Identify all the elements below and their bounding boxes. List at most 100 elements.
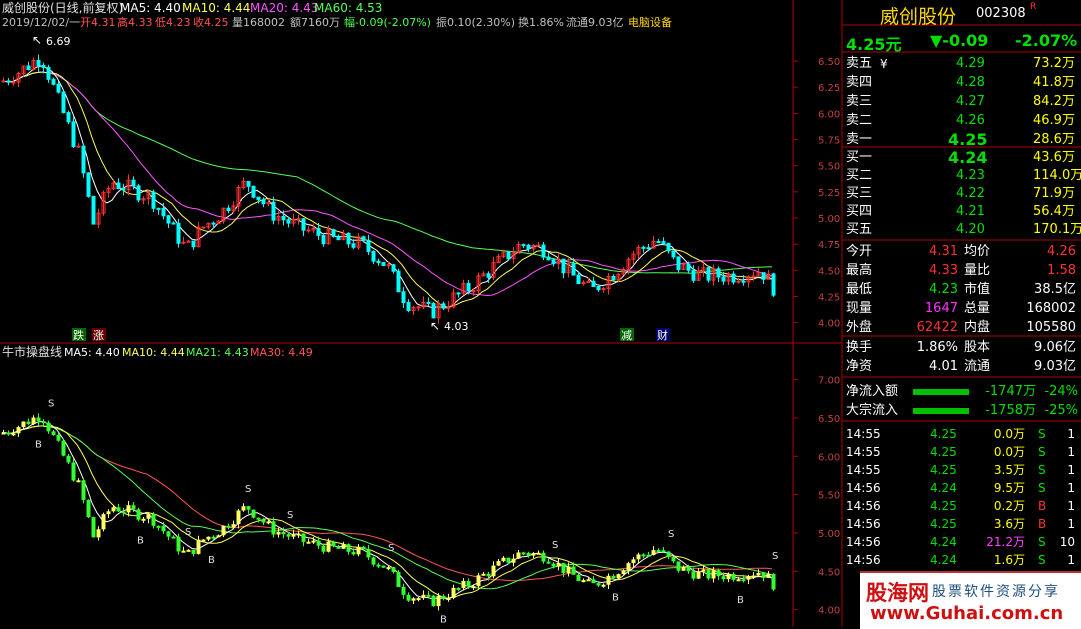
indicator-bar <box>561 563 566 574</box>
fin-label: 流通 <box>964 359 991 374</box>
marker-finance[interactable]: 财 <box>657 328 668 342</box>
indicator-bar <box>156 525 161 528</box>
indicator-bar <box>31 417 36 425</box>
candle-body <box>316 227 321 236</box>
indicator-bar <box>726 574 731 580</box>
indicator-axis-label: 5.50 <box>818 491 840 502</box>
candle-body <box>591 280 596 288</box>
candle-body <box>331 229 336 237</box>
stat-label: 最高 <box>846 263 873 278</box>
indicator-bar <box>26 421 31 425</box>
kline-info-bar: 2019/12/02/一 开4.31 高4.33 低4.23 收4.25 量16… <box>2 15 672 29</box>
stat-label: 今开 <box>846 244 873 259</box>
tick-count: 1 <box>1067 463 1075 477</box>
tick-count: 1 <box>1067 481 1075 495</box>
tick-side: S <box>1038 427 1046 441</box>
indicator-bar <box>451 587 456 598</box>
low-arrow-icon: ↖ <box>430 319 440 333</box>
indicator-bar <box>526 552 531 556</box>
candle-body <box>251 185 256 198</box>
indicator-bar <box>386 567 391 570</box>
indicator-bar <box>61 440 66 456</box>
indicator-axis-label: 4.00 <box>818 606 840 617</box>
candle-body <box>271 201 276 221</box>
tick-time: 14:55 <box>846 445 881 459</box>
info-close: 收4.25 <box>193 15 229 29</box>
candle-body <box>551 259 556 265</box>
candle-body <box>151 191 156 209</box>
info-turnover: 换1.86% <box>518 15 564 29</box>
indicator-bar <box>511 558 516 563</box>
candle-body <box>751 275 756 278</box>
info-open: 开4.31 <box>80 16 116 29</box>
flow-value: -1747万 <box>985 384 1036 399</box>
candle-body <box>441 303 446 309</box>
ind-ma21-label: MA21: 4.43 <box>186 346 249 359</box>
candle-body <box>526 244 531 250</box>
tick-volume: 1.6万 <box>993 553 1025 567</box>
indicator-bar <box>741 579 746 582</box>
candle-body <box>731 273 736 283</box>
buy-signal: B <box>440 614 447 625</box>
tick-volume: 0.0万 <box>993 427 1025 441</box>
ind-ma30-label: MA30: 4.49 <box>250 346 313 359</box>
candle-body <box>386 264 391 267</box>
candle-body <box>371 250 376 262</box>
marker-down[interactable]: 跌 <box>73 328 84 342</box>
flow-label: 净流入额 <box>846 384 899 399</box>
indicator-bar <box>191 549 196 554</box>
indicator-bar <box>291 534 296 537</box>
indicator-axis-label: 5.00 <box>818 529 840 540</box>
candle-body <box>646 247 651 250</box>
ask-volume: 46.9万 <box>1033 113 1075 128</box>
candle-body <box>546 256 551 261</box>
indicator-bar <box>86 499 91 518</box>
indicator-bar <box>421 594 426 599</box>
high-price-label: 6.69 <box>46 35 71 48</box>
indicator-bar <box>51 431 56 435</box>
ask-volume: 73.2万 <box>1033 56 1075 71</box>
indicator-ma-legend: MA5: 4.40 MA10: 4.44 MA21: 4.43 MA30: 4.… <box>64 346 313 359</box>
marker-reduce[interactable]: 减 <box>621 329 632 342</box>
flow-pct: -25% <box>1044 403 1078 418</box>
candle-body <box>176 222 181 244</box>
candle-body <box>456 292 461 295</box>
price-change: ▼-0.09 <box>930 31 989 50</box>
candle-body <box>336 235 341 241</box>
bid-level-label: 买二 <box>846 168 873 183</box>
low-annotation: ↖ 4.03 <box>430 319 469 333</box>
indicator-bar <box>116 507 121 512</box>
candle-body <box>131 179 136 187</box>
indicator-bar <box>576 574 581 581</box>
stat-value: 1647 <box>924 301 958 316</box>
indicator-bar <box>206 536 211 540</box>
indicator-bar <box>466 580 471 587</box>
indicator-bar <box>566 566 571 574</box>
ask-volume: 28.6万 <box>1033 132 1075 147</box>
indicator-bar <box>271 521 276 535</box>
indicator-bar <box>536 552 541 555</box>
indicator-bar <box>166 531 171 537</box>
kline-ma-legend: MA5: 4.40 MA10: 4.44 MA20: 4.43 MA60: 4.… <box>120 1 382 15</box>
info-float: 流通9.03亿 <box>566 15 624 29</box>
tick-count: 1 <box>1067 427 1075 441</box>
bid-price: 4.21 <box>956 204 985 219</box>
watermark: 股海网 股票软件资源分享 www.Guhai.com.cn <box>860 571 1081 629</box>
candle-body <box>736 280 741 283</box>
kline-ma5-label: MA5: 4.40 <box>120 1 181 15</box>
candle-body <box>771 273 776 296</box>
tick-volume: 3.5万 <box>993 463 1025 477</box>
indicator-bar <box>136 509 141 520</box>
marker-up[interactable]: 涨 <box>93 329 104 342</box>
candle-body <box>56 83 61 93</box>
candle-body <box>486 273 491 278</box>
indicator-bar <box>621 570 626 575</box>
indicator-bar <box>361 546 366 550</box>
info-sector: 电脑设备 <box>628 15 672 29</box>
indicator-bar <box>371 557 376 565</box>
indicator-bar <box>226 525 231 528</box>
kline-axis-label: 6.00 <box>818 109 840 120</box>
kline-axis-label: 6.50 <box>818 57 840 68</box>
indicator-bar <box>296 533 301 536</box>
fin-value: 1.86% <box>916 340 958 355</box>
